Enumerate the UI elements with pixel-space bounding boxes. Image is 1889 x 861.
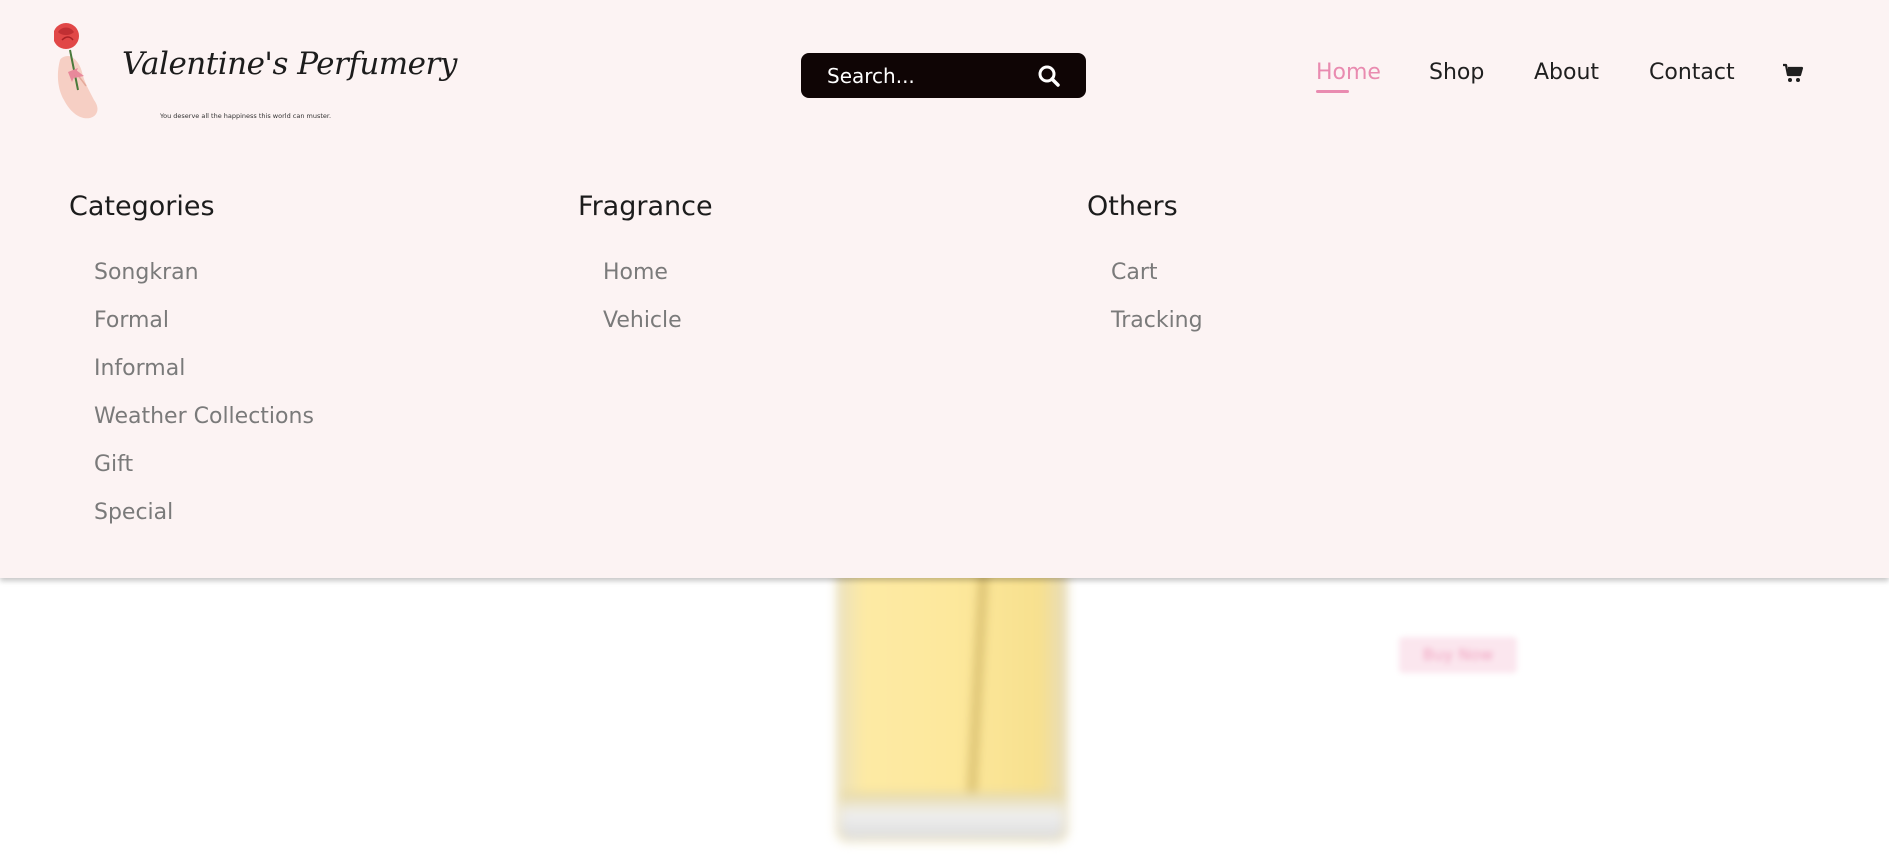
menu-column-title-others: Others: [1087, 191, 1178, 222]
menu-item-weather-collections[interactable]: Weather Collections: [94, 404, 314, 429]
nav-link-home[interactable]: Home: [1316, 60, 1381, 85]
nav-link-about[interactable]: About: [1534, 60, 1599, 85]
site-header: Valentine's Perfumery You deserve all th…: [0, 0, 1889, 578]
menu-item-vehicle[interactable]: Vehicle: [603, 308, 682, 333]
nav-link-shop[interactable]: Shop: [1429, 60, 1484, 85]
nav-active-underline: [1316, 90, 1349, 93]
nav-link-contact[interactable]: Contact: [1649, 60, 1735, 85]
brand-name: Valentine's Perfumery: [122, 46, 457, 82]
menu-item-home[interactable]: Home: [603, 260, 668, 285]
search-button[interactable]: [1036, 63, 1062, 89]
rose-hand-logo-icon: [54, 23, 98, 119]
menu-item-gift[interactable]: Gift: [94, 452, 133, 477]
search-input[interactable]: [825, 62, 1029, 90]
search-icon: [1038, 65, 1060, 87]
search-box: [801, 53, 1086, 98]
perfume-bottle-base: [840, 792, 1064, 840]
menu-item-formal[interactable]: Formal: [94, 308, 169, 333]
brand-tagline: You deserve all the happiness this world…: [160, 112, 332, 120]
menu-column-title-fragrance: Fragrance: [578, 191, 713, 222]
buy-now-button[interactable]: Buy Now: [1399, 637, 1517, 673]
brand-logo[interactable]: Valentine's Perfumery You deserve all th…: [54, 20, 457, 124]
menu-item-songkran[interactable]: Songkran: [94, 260, 199, 285]
menu-item-cart[interactable]: Cart: [1111, 260, 1158, 285]
menu-item-tracking[interactable]: Tracking: [1111, 308, 1203, 333]
product-image-blurred: [836, 560, 1068, 842]
menu-item-informal[interactable]: Informal: [94, 356, 185, 381]
menu-column-title-categories: Categories: [69, 191, 215, 222]
shopping-cart-icon: [1783, 63, 1804, 82]
cart-button[interactable]: [1782, 62, 1804, 84]
menu-item-special[interactable]: Special: [94, 500, 173, 525]
